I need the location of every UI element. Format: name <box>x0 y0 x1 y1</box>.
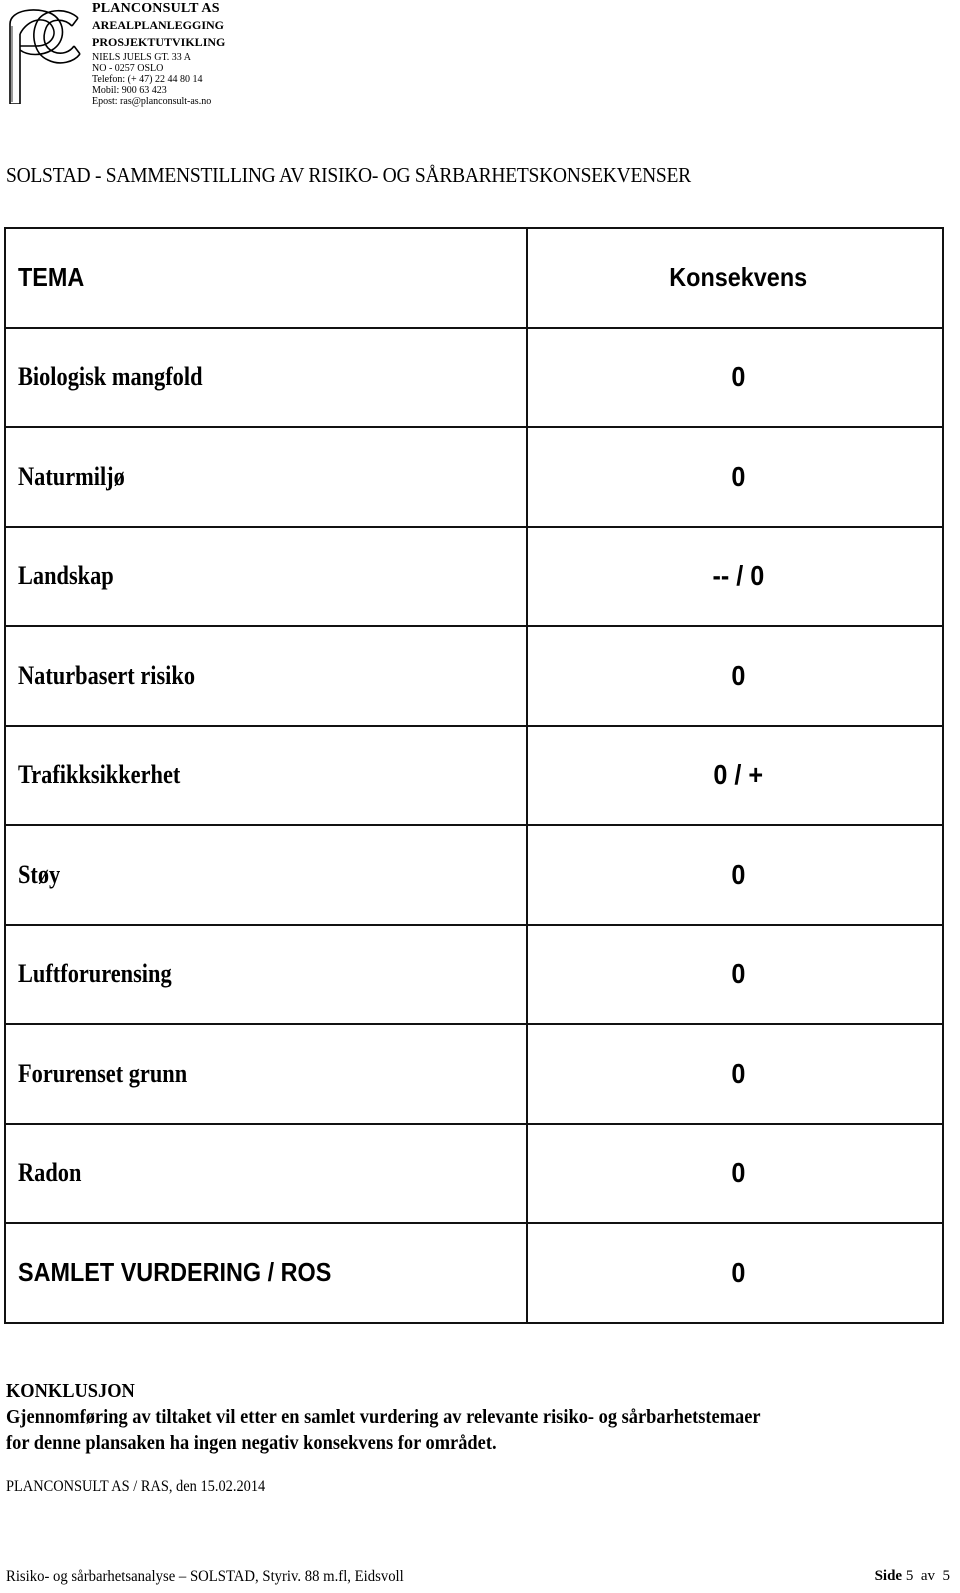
tema-cell: Radon <box>4 1122 528 1224</box>
tema-cell: Luftforurensing <box>4 923 528 1025</box>
consequence-table: TEMA Konsekvens Biologisk mangfold 0 Nat… <box>4 227 944 1324</box>
tema-cell: Trafikksikkerhet <box>4 724 528 826</box>
tema-cell: Biologisk mangfold <box>4 326 528 428</box>
konsekvens-cell: 0 <box>526 824 944 926</box>
table-row: Landskap -- / 0 <box>4 525 944 627</box>
konsekvens-cell: 0 <box>526 426 944 528</box>
conclusion-section: KONKLUSJON Gjennomføring av tiltaket vil… <box>6 1378 826 1456</box>
signature-line: PLANCONSULT AS / RAS, den 15.02.2014 <box>6 1478 266 1495</box>
table-row: Trafikksikkerhet 0 / + <box>4 724 944 826</box>
company-name: PLANCONSULT AS <box>92 1 220 16</box>
conclusion-heading: KONKLUSJON <box>6 1380 135 1402</box>
tema-cell: Naturbasert risiko <box>4 625 528 727</box>
column-header-konsekvens: Konsekvens <box>526 227 944 329</box>
pc-monogram-logo-icon <box>6 4 86 105</box>
tema-cell: Landskap <box>4 525 528 627</box>
table-row: Luftforurensing 0 <box>4 923 944 1025</box>
page-current: 5 <box>905 1568 914 1584</box>
table-header-row: TEMA Konsekvens <box>4 227 944 329</box>
letterhead: PLANCONSULT AS AREALPLANLEGGING PROSJEKT… <box>92 2 225 108</box>
table-row: Naturbasert risiko 0 <box>4 625 944 727</box>
page-label: Side <box>874 1568 903 1584</box>
column-header-tema: TEMA <box>4 227 528 329</box>
tema-cell: Naturmiljø <box>4 426 528 528</box>
table-row: Forurenset grunn 0 <box>4 1023 944 1125</box>
service-line: PROSJEKTUTVIKLING <box>92 35 226 49</box>
page-of: av <box>920 1568 935 1584</box>
service-line: AREALPLANLEGGING <box>92 18 225 32</box>
konsekvens-cell: 0 / + <box>526 724 944 826</box>
konsekvens-cell: -- / 0 <box>526 525 944 627</box>
tema-cell: Støy <box>4 824 528 926</box>
table-row: Biologisk mangfold 0 <box>4 326 944 428</box>
table-row: Radon 0 <box>4 1122 944 1224</box>
footer-document-title: Risiko- og sårbarhetsanalyse – SOLSTAD, … <box>6 1568 404 1585</box>
tema-cell-total: SAMLET VURDERING / ROS <box>4 1222 528 1324</box>
konsekvens-cell: 0 <box>526 923 944 1025</box>
page-number: Side 5 av 5 <box>875 1568 950 1585</box>
conclusion-text-line: Gjennomføring av tiltaket vil etter en s… <box>6 1406 761 1428</box>
konsekvens-cell-total: 0 <box>526 1222 944 1324</box>
page-total: 5 <box>942 1568 951 1584</box>
conclusion-text-line: for denne plansaken ha ingen negativ kon… <box>6 1432 497 1454</box>
konsekvens-cell: 0 <box>526 326 944 428</box>
email-line: Epost: ras@planconsult-as.no <box>92 96 212 107</box>
table-row: Naturmiljø 0 <box>4 426 944 528</box>
tema-cell: Forurenset grunn <box>4 1023 528 1125</box>
konsekvens-cell: 0 <box>526 625 944 727</box>
document-title: SOLSTAD - SAMMENSTILLING AV RISIKO- OG S… <box>6 163 691 187</box>
konsekvens-cell: 0 <box>526 1122 944 1224</box>
table-row-total: SAMLET VURDERING / ROS 0 <box>4 1222 944 1324</box>
konsekvens-cell: 0 <box>526 1023 944 1125</box>
table-row: Støy 0 <box>4 824 944 926</box>
